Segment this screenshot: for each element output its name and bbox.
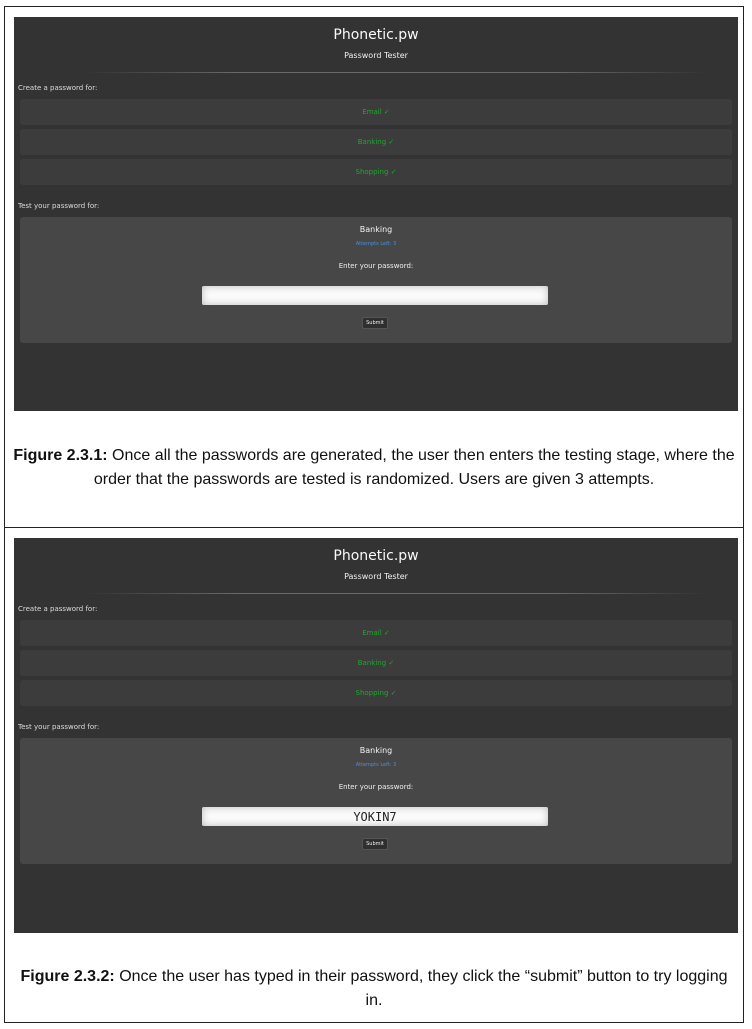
figure-1: Phonetic.pw Password Tester Create a pas… (4, 6, 744, 528)
app-title: Phonetic.pw (333, 27, 419, 43)
test-section-label: Test your password for: (18, 723, 100, 731)
password-input[interactable] (202, 286, 548, 305)
create-section-label: Create a password for: (18, 84, 98, 92)
app-title: Phonetic.pw (333, 548, 419, 564)
test-panel: Banking Attempts Left: 3 Enter your pass… (20, 217, 732, 343)
caption-text: Once all the passwords are generated, th… (93, 447, 735, 488)
test-site-title: Banking (359, 225, 393, 234)
attempts-left: Attempts Left: 3 (355, 241, 397, 247)
site-item-shopping[interactable]: Shopping ✓ (20, 680, 732, 706)
figure-caption: Figure 2.3.1: Once all the passwords are… (13, 444, 735, 492)
submit-button[interactable]: Submit (362, 317, 388, 329)
figure-2: Phonetic.pw Password Tester Create a pas… (4, 527, 744, 1023)
test-section-label: Test your password for: (18, 202, 100, 210)
site-item-email[interactable]: Email ✓ (20, 99, 732, 125)
password-input[interactable] (202, 807, 548, 826)
site-item-email[interactable]: Email ✓ (20, 620, 732, 646)
site-item-banking[interactable]: Banking ✓ (20, 129, 732, 155)
caption-label: Figure 2.3.2: (20, 968, 115, 985)
attempts-left: Attempts Left: 3 (355, 762, 397, 768)
password-prompt: Enter your password: (338, 783, 414, 791)
create-section-label: Create a password for: (18, 605, 98, 613)
caption-text: Once the user has typed in their passwor… (114, 968, 728, 1009)
app-screenshot: Phonetic.pw Password Tester Create a pas… (14, 17, 738, 411)
app-subtitle: Password Tester (344, 51, 408, 60)
site-item-banking[interactable]: Banking ✓ (20, 650, 732, 676)
divider (84, 593, 708, 594)
password-prompt: Enter your password: (338, 262, 414, 270)
app-screenshot: Phonetic.pw Password Tester Create a pas… (14, 538, 738, 933)
divider (84, 72, 708, 73)
submit-button[interactable]: Submit (362, 838, 388, 850)
test-site-title: Banking (359, 746, 393, 755)
app-subtitle: Password Tester (344, 572, 408, 581)
site-item-shopping[interactable]: Shopping ✓ (20, 159, 732, 185)
figure-caption: Figure 2.3.2: Once the user has typed in… (13, 965, 735, 1013)
test-panel: Banking Attempts Left: 3 Enter your pass… (20, 738, 732, 864)
caption-label: Figure 2.3.1: (13, 447, 108, 464)
